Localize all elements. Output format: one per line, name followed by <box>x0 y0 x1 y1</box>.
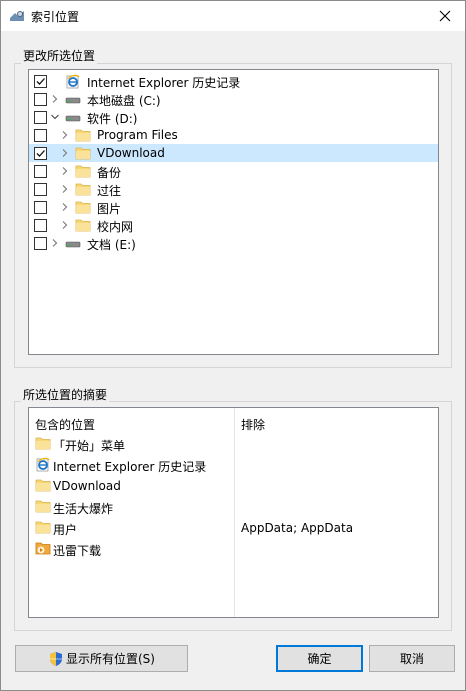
ok-button[interactable]: 确定 <box>276 645 363 672</box>
list-item[interactable]: 用户 <box>35 518 233 538</box>
included-location-label: Internet Explorer 历史记录 <box>53 460 207 474</box>
folder-icon <box>35 479 51 492</box>
list-item[interactable]: Internet Explorer 历史记录 <box>35 455 233 475</box>
folder-icon <box>75 165 91 178</box>
tree-item-checkbox[interactable] <box>34 201 47 214</box>
tree-item[interactable]: Program Files <box>29 126 438 144</box>
uac-shield-icon <box>50 651 63 666</box>
window-title: 索引位置 <box>31 10 80 24</box>
cancel-label: 取消 <box>399 652 424 666</box>
folder-icon <box>75 147 91 160</box>
list-item[interactable]: VDownload <box>35 476 233 496</box>
tree-item-label: 图片 <box>97 202 122 216</box>
folder-icon <box>75 219 91 232</box>
drive-icon <box>65 115 81 122</box>
tree-item-checkbox[interactable] <box>34 111 47 124</box>
folder-icon <box>35 521 51 534</box>
tree-item-label: 备份 <box>97 166 122 180</box>
tree-item-label: 软件 (D:) <box>87 112 138 126</box>
included-location-label: 迅雷下载 <box>53 544 102 558</box>
ok-label: 确定 <box>307 652 332 666</box>
tree-item-label: 校内网 <box>97 220 134 234</box>
tree-item-checkbox[interactable] <box>34 165 47 178</box>
cancel-button[interactable]: 取消 <box>369 645 455 672</box>
tree-item[interactable]: 图片 <box>29 198 438 216</box>
checkmark-icon <box>36 150 45 157</box>
close-button[interactable] <box>425 1 465 31</box>
tree-item-label: 过往 <box>97 184 122 198</box>
included-location-label: 生活大爆炸 <box>53 502 114 516</box>
chevron-down-icon[interactable] <box>50 112 60 122</box>
column-divider <box>234 408 235 617</box>
included-location-label: 「开始」菜单 <box>53 439 126 453</box>
tree-item-label: Internet Explorer 历史记录 <box>87 76 241 90</box>
locations-tree[interactable]: Internet Explorer 历史记录 本地磁盘 (C:) 软件 (D:) Pr… <box>28 69 439 355</box>
tree-item[interactable]: 备份 <box>29 162 438 180</box>
tree-item[interactable]: 软件 (D:) <box>29 108 438 126</box>
included-header: 包含的位置 <box>35 418 96 432</box>
ie-icon <box>36 457 50 472</box>
tree-item-checkbox[interactable] <box>34 183 47 196</box>
summary-label: 所选位置的摘要 <box>21 386 110 403</box>
show-all-locations-button[interactable]: 显示所有位置(S) <box>15 645 188 672</box>
excluded-header: 排除 <box>241 418 266 432</box>
summary-list[interactable]: 包含的位置 排除 「开始」菜单 Internet Explorer 历史记录 VDo… <box>28 407 439 618</box>
tree-item[interactable]: 过往 <box>29 180 438 198</box>
chevron-right-icon[interactable] <box>60 220 70 230</box>
tree-item-label: 文档 (E:) <box>87 238 136 252</box>
chevron-right-icon[interactable] <box>60 148 70 158</box>
drive-icon <box>65 241 81 248</box>
folder-icon <box>35 500 51 513</box>
close-icon <box>439 10 451 22</box>
tree-item-checkbox[interactable] <box>34 147 47 160</box>
chevron-right-icon[interactable] <box>50 94 60 104</box>
tree-item-checkbox[interactable] <box>34 75 47 88</box>
chevron-right-icon[interactable] <box>60 202 70 212</box>
ie-icon <box>66 74 80 89</box>
tree-item[interactable]: VDownload <box>29 144 438 162</box>
folder-icon <box>35 437 51 450</box>
tree-item-checkbox[interactable] <box>34 93 47 106</box>
chevron-right-icon[interactable] <box>60 166 70 176</box>
chevron-right-icon[interactable] <box>50 238 60 248</box>
tree-item[interactable]: 文档 (E:) <box>29 234 438 252</box>
change-locations-label: 更改所选位置 <box>21 47 98 64</box>
indexing-options-icon <box>10 11 24 21</box>
tree-item-label: Program Files <box>97 128 178 142</box>
thunder-folder-icon <box>35 542 51 555</box>
tree-item[interactable]: 校内网 <box>29 216 438 234</box>
folder-icon <box>75 183 91 196</box>
tree-item[interactable]: Internet Explorer 历史记录 <box>29 72 438 90</box>
show-all-label: 显示所有位置(S) <box>66 652 155 666</box>
checkmark-icon <box>36 78 45 85</box>
list-item[interactable]: 生活大爆炸 <box>35 497 233 517</box>
drive-icon <box>65 97 81 104</box>
chevron-right-icon[interactable] <box>60 184 70 194</box>
tree-item-label: 本地磁盘 (C:) <box>87 94 161 108</box>
tree-item-checkbox[interactable] <box>34 219 47 232</box>
chevron-right-icon[interactable] <box>60 130 70 140</box>
list-item[interactable]: 「开始」菜单 <box>35 434 233 454</box>
folder-icon <box>75 201 91 214</box>
list-item[interactable]: 迅雷下载 <box>35 539 233 559</box>
excluded-location-label: AppData; AppData <box>241 521 354 535</box>
tree-item-checkbox[interactable] <box>34 237 47 250</box>
title-bar: 索引位置 <box>1 1 465 31</box>
folder-icon <box>75 129 91 142</box>
included-location-label: 用户 <box>53 523 78 537</box>
indexed-locations-dialog: 索引位置 更改所选位置 Internet Explorer 历史记录 本地磁盘 (… <box>0 0 466 691</box>
tree-item-label: VDownload <box>97 146 165 160</box>
tree-item-checkbox[interactable] <box>34 129 47 142</box>
tree-item[interactable]: 本地磁盘 (C:) <box>29 90 438 108</box>
included-location-label: VDownload <box>53 479 121 493</box>
